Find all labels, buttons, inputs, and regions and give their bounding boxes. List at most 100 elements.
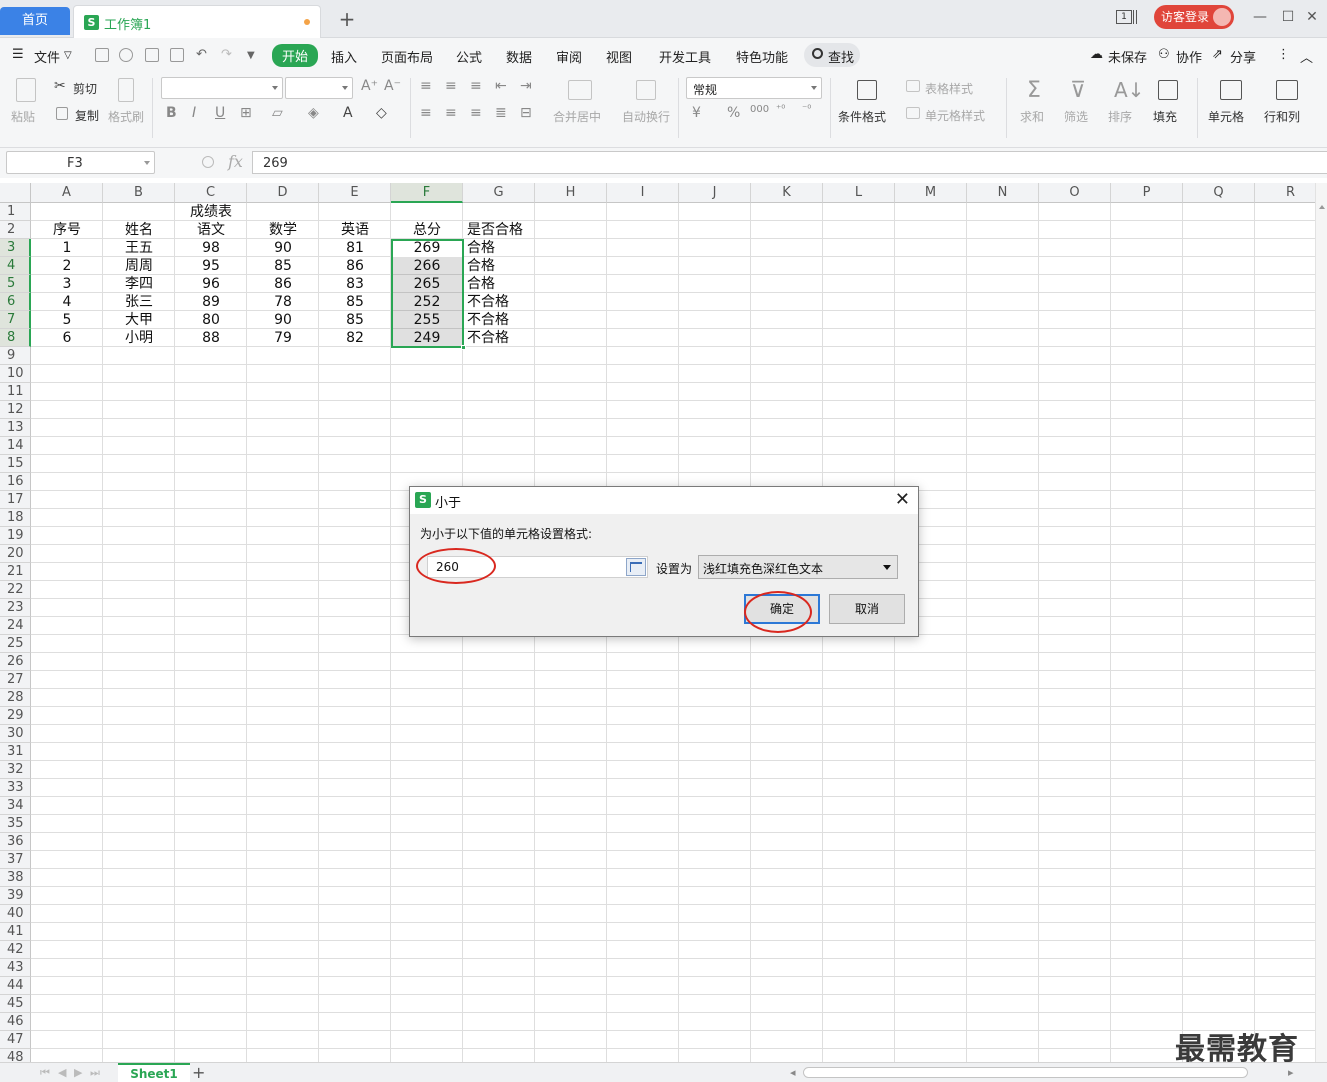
share-button[interactable]: 分享 xyxy=(1230,47,1256,66)
data-cell[interactable]: 李四 xyxy=(103,275,175,293)
print-preview-icon[interactable] xyxy=(170,48,184,62)
decrease-font-icon[interactable]: A⁻ xyxy=(384,78,401,94)
maximize-icon[interactable]: ☐ xyxy=(1278,8,1298,26)
guest-login-button[interactable]: 访客登录 xyxy=(1154,5,1234,29)
data-cell[interactable]: 2 xyxy=(31,257,103,275)
minimize-icon[interactable]: — xyxy=(1250,8,1270,26)
column-header-j[interactable]: J xyxy=(679,183,751,203)
chevron-down-icon[interactable]: ▽ xyxy=(64,50,72,61)
name-box[interactable]: F3 xyxy=(6,151,155,174)
tab-review[interactable]: 审阅 xyxy=(556,47,582,66)
page-indicator-icon[interactable]: 1 xyxy=(1116,10,1132,24)
font-name-select[interactable] xyxy=(161,77,283,99)
row-header[interactable]: 27 xyxy=(0,671,31,689)
tab-page-layout[interactable]: 页面布局 xyxy=(381,47,433,66)
table-style-icon[interactable] xyxy=(906,80,920,92)
fill-color-icon[interactable]: ◈ xyxy=(308,105,319,121)
quick-access-more-icon[interactable]: ▼ xyxy=(247,50,255,61)
border-style-icon[interactable]: ▱ xyxy=(272,105,283,121)
data-cell[interactable]: 78 xyxy=(247,293,319,311)
clear-eraser-icon[interactable]: ◇ xyxy=(376,105,387,121)
data-cell[interactable]: 张三 xyxy=(103,293,175,311)
row-header[interactable]: 28 xyxy=(0,689,31,707)
last-sheet-icon[interactable]: ⏭ xyxy=(90,1066,100,1080)
header-cell[interactable]: 序号 xyxy=(31,221,103,239)
row-header[interactable]: 41 xyxy=(0,923,31,941)
data-cell[interactable]: 不合格 xyxy=(467,293,611,311)
export-icon[interactable] xyxy=(119,48,133,62)
add-sheet-button[interactable]: + xyxy=(192,1063,205,1082)
sort-icon[interactable]: A↓ xyxy=(1114,78,1144,102)
wrap-text-button[interactable]: 自动换行 xyxy=(622,108,670,125)
data-cell[interactable]: 90 xyxy=(247,239,319,257)
align-right-icon[interactable]: ≡ xyxy=(470,105,482,121)
filter-button[interactable]: 筛选 xyxy=(1064,108,1088,125)
row-header[interactable]: 4 xyxy=(0,257,31,275)
align-top-icon[interactable]: ≡ xyxy=(420,78,432,94)
hscroll-left-icon[interactable]: ◂ xyxy=(790,1066,796,1079)
fill-icon[interactable] xyxy=(1158,80,1178,100)
format-painter-button[interactable]: 格式刷 xyxy=(108,108,144,125)
increase-font-icon[interactable]: A⁺ xyxy=(361,78,378,94)
filter-icon[interactable]: ⊽ xyxy=(1070,78,1086,103)
merge-center-button[interactable]: 合并居中 xyxy=(553,108,601,125)
data-cell[interactable]: 269 xyxy=(391,239,463,257)
row-header[interactable]: 34 xyxy=(0,797,31,815)
data-cell[interactable]: 合格 xyxy=(467,257,611,275)
align-left-icon[interactable]: ≡ xyxy=(420,105,432,121)
row-header[interactable]: 8 xyxy=(0,329,31,347)
row-header[interactable]: 17 xyxy=(0,491,31,509)
row-header[interactable]: 43 xyxy=(0,959,31,977)
wrap-text-icon[interactable] xyxy=(636,80,656,100)
column-header-o[interactable]: O xyxy=(1039,183,1111,203)
format-style-select[interactable]: 浅红填充色深红色文本 xyxy=(698,555,898,579)
column-header-r[interactable]: R xyxy=(1255,183,1315,203)
row-header[interactable]: 10 xyxy=(0,365,31,383)
row-header[interactable]: 26 xyxy=(0,653,31,671)
data-cell[interactable]: 合格 xyxy=(467,275,611,293)
row-header[interactable]: 39 xyxy=(0,887,31,905)
decrease-decimal-icon[interactable]: ⁻⁰ xyxy=(802,104,811,115)
data-cell[interactable]: 88 xyxy=(175,329,247,347)
data-cell[interactable]: 85 xyxy=(247,257,319,275)
data-cell[interactable]: 1 xyxy=(31,239,103,257)
more-options-icon[interactable]: ⋮ xyxy=(1277,47,1290,62)
copy-icon[interactable] xyxy=(56,107,68,120)
row-header[interactable]: 6 xyxy=(0,293,31,311)
cell-style-button[interactable]: 单元格样式 xyxy=(925,107,985,124)
row-header[interactable]: 19 xyxy=(0,527,31,545)
align-bottom-icon[interactable]: ≡ xyxy=(470,78,482,94)
range-picker-icon[interactable] xyxy=(626,558,646,576)
row-header[interactable]: 30 xyxy=(0,725,31,743)
column-header-c[interactable]: C xyxy=(175,183,247,203)
tab-insert[interactable]: 插入 xyxy=(331,47,357,66)
sort-button[interactable]: 排序 xyxy=(1108,108,1132,125)
column-header-e[interactable]: E xyxy=(319,183,391,203)
unsaved-status[interactable]: 未保存 xyxy=(1108,47,1147,66)
row-header[interactable]: 9 xyxy=(0,347,31,365)
thousands-separator-icon[interactable]: 000 xyxy=(750,104,769,115)
column-header-a[interactable]: A xyxy=(31,183,103,203)
data-cell[interactable]: 96 xyxy=(175,275,247,293)
percent-icon[interactable]: % xyxy=(727,105,740,121)
data-cell[interactable]: 83 xyxy=(319,275,391,293)
row-header[interactable]: 45 xyxy=(0,995,31,1013)
data-cell[interactable]: 252 xyxy=(391,293,463,311)
conditional-format-icon[interactable] xyxy=(857,80,877,100)
row-header[interactable]: 20 xyxy=(0,545,31,563)
row-header[interactable]: 29 xyxy=(0,707,31,725)
data-cell[interactable]: 不合格 xyxy=(467,311,611,329)
data-cell[interactable]: 80 xyxy=(175,311,247,329)
row-header[interactable]: 36 xyxy=(0,833,31,851)
row-header[interactable]: 38 xyxy=(0,869,31,887)
redo-icon[interactable]: ↷ xyxy=(221,47,232,62)
data-cell[interactable]: 大甲 xyxy=(103,311,175,329)
fx-icon[interactable]: fx xyxy=(228,152,243,171)
row-header[interactable]: 16 xyxy=(0,473,31,491)
horizontal-scrollbar[interactable] xyxy=(803,1067,1248,1078)
data-cell[interactable]: 周周 xyxy=(103,257,175,275)
row-header[interactable]: 2 xyxy=(0,221,31,239)
row-header[interactable]: 3 xyxy=(0,239,31,257)
font-size-select[interactable] xyxy=(285,77,353,99)
header-cell[interactable]: 英语 xyxy=(319,221,391,239)
